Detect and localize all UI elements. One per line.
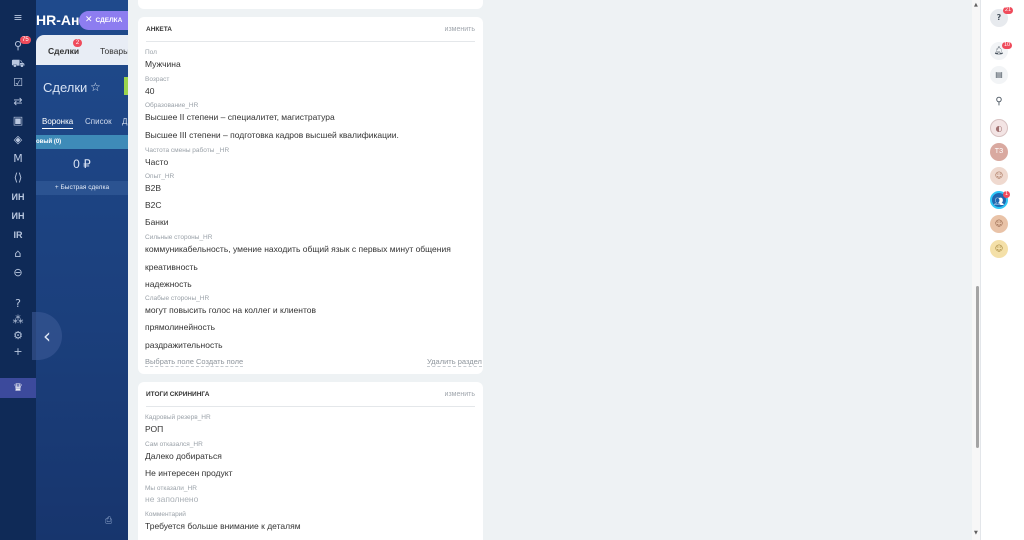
edit-section-button[interactable]: изменить (445, 391, 475, 398)
m-logo-icon[interactable]: M (10, 151, 26, 167)
avatar[interactable]: ТЗ (990, 143, 1008, 161)
avatar[interactable]: ☺ (990, 240, 1008, 258)
search-icon[interactable]: ⚲ (990, 93, 1008, 111)
link-separator: · (190, 357, 193, 366)
background-tabs: Сделки 2 Товары (36, 35, 129, 65)
field-value[interactable]: Требуется больше внимание к деталям (145, 521, 301, 531)
cart-icon[interactable]: ⛟ (10, 56, 26, 72)
star-icon[interactable]: ☆ (90, 80, 101, 94)
create-field-link[interactable]: Создать поле (196, 357, 244, 367)
section-divider (146, 41, 475, 42)
field-label: Сам отказался_HR (145, 441, 203, 448)
close-slider-button[interactable]: ✕ СДЕЛКА (79, 11, 129, 30)
print-icon[interactable]: ⎙ (105, 516, 112, 526)
previous-section-card (138, 0, 483, 9)
code-icon[interactable]: ⟨⟩ (10, 170, 26, 186)
tab-deals-badge: 2 (73, 39, 82, 47)
field-value[interactable]: надежность (145, 279, 192, 289)
field-value[interactable]: коммуникабельность, умение находить общи… (145, 244, 451, 254)
tab-deals[interactable]: Сделки (48, 46, 79, 56)
stage-sum: 0 ₽ (73, 157, 91, 171)
field-label: Опыт_HR (145, 173, 175, 180)
chat-badge: 1 (1003, 191, 1011, 198)
contact-card-icon[interactable]: ▣ (10, 113, 26, 129)
building-icon[interactable]: ⌂ (10, 246, 26, 262)
subtab-more[interactable]: Д (122, 117, 127, 126)
crown-icon: ♛ (13, 381, 23, 394)
subtab-funnel[interactable]: Воронка (42, 117, 74, 129)
close-icon: ✕ (85, 15, 93, 25)
bell-badge: 10 (1002, 42, 1013, 49)
field-label: Мы отказали_HR (145, 485, 197, 492)
section-divider (146, 406, 475, 407)
crown-item[interactable]: ♛ (0, 378, 36, 398)
field-value[interactable]: Не интересен продукт (145, 468, 232, 478)
close-slider-label: СДЕЛКА (95, 17, 123, 24)
field-value[interactable]: РОП (145, 424, 163, 434)
field-value[interactable]: Банки (145, 217, 168, 227)
field-label: Слабые стороны_HR (145, 295, 210, 302)
minus-circle-icon[interactable]: ⊖ (10, 265, 26, 281)
field-value[interactable]: B2C (145, 200, 162, 210)
sidebar-item-in-1[interactable]: ИН (8, 189, 28, 205)
help-icon[interactable]: ? (10, 296, 26, 312)
quick-deal-label: Быстрая сделка (60, 184, 110, 191)
field-label: Сильные стороны_HR (145, 234, 213, 241)
field-value-empty[interactable]: не заполнено (145, 494, 198, 504)
section-screening-results: Итоги скрининга изменить (138, 382, 483, 540)
field-value[interactable]: Высшее II степени – специалитет, магистр… (145, 112, 335, 122)
field-label: Частота смены работы _HR (145, 147, 230, 154)
sidebar-item-ir[interactable]: IR (8, 227, 28, 243)
scroll-up-icon[interactable]: ▲ (974, 2, 978, 8)
page-heading: Сделки (43, 80, 88, 95)
field-label: Образование_HR (145, 102, 199, 109)
left-nav-rail: ≡ ⚲ 75 ⛟ ☑ ⇄ ▣ ◈ M ⟨⟩ ИН ИН IR ⌂ ⊖ ? ⁂ ⚙… (0, 0, 36, 540)
stage-header: овый (0) (36, 135, 128, 149)
field-value[interactable]: Далеко добираться (145, 451, 222, 461)
gear-icon[interactable]: ⚙ (10, 328, 26, 344)
menu-icon[interactable]: ≡ (10, 10, 26, 26)
field-value[interactable]: раздражительность (145, 340, 223, 350)
checkbox-icon[interactable]: ☑ (10, 75, 26, 91)
avatar[interactable]: ☺ (990, 215, 1008, 233)
field-value[interactable]: B2B (145, 183, 161, 193)
plus-icon[interactable]: + (10, 344, 26, 360)
field-label: Комментарий (145, 511, 186, 518)
help-badge: 21 (1003, 7, 1014, 14)
field-value[interactable]: прямолинейность (145, 322, 215, 332)
avatar[interactable]: ◐ (990, 119, 1008, 137)
section-anketa: Анкета изменить (138, 17, 483, 374)
field-value[interactable]: Мужчина (145, 59, 181, 69)
filter-badge: 75 (20, 36, 31, 44)
choose-field-link[interactable]: Выбрать поле (145, 357, 194, 367)
layers-icon[interactable]: ◈ (10, 132, 26, 148)
quick-deal-button[interactable]: + Быстрая сделка (36, 181, 128, 195)
section-title: Анкета (146, 26, 172, 33)
field-value[interactable]: Часто (145, 157, 168, 167)
scrollbar-track[interactable] (972, 0, 980, 540)
document-icon[interactable]: ▤ (990, 66, 1008, 84)
subtab-list[interactable]: Список (85, 117, 112, 126)
delete-section-link[interactable]: Удалить раздел (427, 357, 482, 367)
field-value[interactable]: Высшее III степени – подготовка кадров в… (145, 130, 399, 140)
scrollbar-thumb[interactable] (976, 286, 979, 448)
flow-icon[interactable]: ⇄ (10, 94, 26, 110)
field-label: Пол (145, 49, 157, 56)
field-value[interactable]: 40 (145, 86, 154, 96)
section-title: Итоги скрининга (146, 391, 210, 398)
edit-section-button[interactable]: изменить (445, 26, 475, 33)
field-value[interactable]: могут повысить голос на коллег и клиенто… (145, 305, 316, 315)
scroll-down-icon[interactable]: ▼ (974, 530, 978, 536)
field-label: Возраст (145, 76, 170, 83)
field-label: Кадровый резерв_HR (145, 414, 211, 421)
field-value[interactable]: креативность (145, 262, 198, 272)
tab-products[interactable]: Товары (100, 46, 129, 56)
sitemap-icon[interactable]: ⁂ (10, 312, 26, 328)
sidebar-item-in-2[interactable]: ИН (8, 208, 28, 224)
avatar[interactable]: ☺ (990, 167, 1008, 185)
